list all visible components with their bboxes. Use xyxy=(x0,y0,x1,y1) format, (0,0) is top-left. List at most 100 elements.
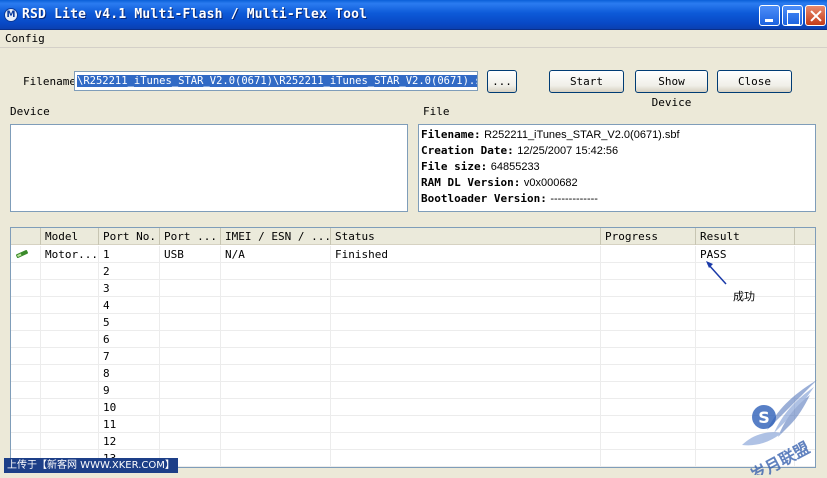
cell-model xyxy=(41,399,99,416)
table-row[interactable]: 3 xyxy=(11,280,815,297)
cell-port: 2 xyxy=(99,263,160,280)
file-info-panel[interactable]: Filename: R252211_iTunes_STAR_V2.0(0671)… xyxy=(418,124,816,212)
cell-icon xyxy=(11,263,41,280)
cell-status xyxy=(331,314,601,331)
phone-icon xyxy=(16,249,28,259)
cell-port-type xyxy=(160,382,221,399)
column-header[interactable]: Result xyxy=(696,228,795,245)
show-device-button[interactable]: Show Device xyxy=(635,70,708,109)
column-header[interactable] xyxy=(11,228,41,245)
column-header[interactable]: Model xyxy=(41,228,99,245)
menu-bar: Config xyxy=(0,30,827,48)
cell-model xyxy=(41,297,99,314)
cell-imei xyxy=(221,433,331,450)
cell-progress xyxy=(601,331,696,348)
file-info-key: RAM DL Version: xyxy=(421,176,521,189)
cell-port-type: USB xyxy=(160,246,221,263)
cell-imei xyxy=(221,399,331,416)
table-row[interactable]: 4 xyxy=(11,297,815,314)
file-info-key: Creation Date: xyxy=(421,144,514,157)
table-row[interactable]: 6 xyxy=(11,331,815,348)
table-row[interactable]: 10 xyxy=(11,399,815,416)
cell-status xyxy=(331,348,601,365)
table-row[interactable]: 11 xyxy=(11,416,815,433)
file-info-value: v0x000682 xyxy=(523,177,578,189)
file-info-line: Filename: R252211_iTunes_STAR_V2.0(0671)… xyxy=(421,127,813,143)
cell-icon xyxy=(11,280,41,297)
cell-port-type xyxy=(160,314,221,331)
cell-imei: N/A xyxy=(221,246,331,263)
file-info-key: File size: xyxy=(421,160,488,173)
maximize-button[interactable] xyxy=(782,5,803,26)
column-header[interactable]: Status xyxy=(331,228,601,245)
window-title: RSD Lite v4.1 Multi-Flash / Multi-Flex T… xyxy=(22,7,368,22)
site-logo-watermark: S 岁月联盟 xyxy=(742,380,817,475)
cell-port: 7 xyxy=(99,348,160,365)
device-label: Device xyxy=(10,105,50,118)
minimize-button[interactable] xyxy=(759,5,780,26)
close-button[interactable]: Close xyxy=(717,70,792,93)
cell-icon xyxy=(11,416,41,433)
cell-port: 11 xyxy=(99,416,160,433)
cell-status xyxy=(331,433,601,450)
close-window-button[interactable] xyxy=(805,5,826,26)
cell-port-type xyxy=(160,263,221,280)
cell-status xyxy=(331,297,601,314)
cell-port-type xyxy=(160,416,221,433)
column-header[interactable]: Progress xyxy=(601,228,696,245)
cell-result xyxy=(696,348,795,365)
cell-port: 8 xyxy=(99,365,160,382)
cell-progress xyxy=(601,382,696,399)
cell-imei xyxy=(221,348,331,365)
file-info-value: 12/25/2007 15:42:56 xyxy=(517,145,619,157)
table-row[interactable]: 7 xyxy=(11,348,815,365)
cell-port: 4 xyxy=(99,297,160,314)
cell-imei xyxy=(221,382,331,399)
cell-port: 6 xyxy=(99,331,160,348)
start-button[interactable]: Start xyxy=(549,70,624,93)
table-row[interactable]: 2 xyxy=(11,263,815,280)
filename-field[interactable]: \R252211_iTunes_STAR_V2.0(0671)\R252211_… xyxy=(74,71,478,91)
device-panel[interactable] xyxy=(10,124,408,212)
table-row[interactable]: 9 xyxy=(11,382,815,399)
device-list[interactable]: Model Port No. Port ... IMEI / ESN / ... Sta… xyxy=(10,227,816,468)
table-row[interactable]: Motor... 1 USB N/A Finished PASS xyxy=(11,246,815,263)
list-header: Model Port No. Port ... IMEI / ESN / ... Sta… xyxy=(11,228,815,245)
arrow-annotation-icon xyxy=(706,261,727,285)
cell-progress xyxy=(601,416,696,433)
cell-icon xyxy=(11,399,41,416)
browse-button[interactable]: ... xyxy=(487,70,517,93)
cell-model xyxy=(41,331,99,348)
table-row[interactable]: 8 xyxy=(11,365,815,382)
table-row[interactable]: 12 xyxy=(11,433,815,450)
cell-status xyxy=(331,365,601,382)
file-info-key: Filename: xyxy=(421,128,481,141)
file-info-line: Bootloader Version: ------------- xyxy=(421,191,813,207)
cell-progress xyxy=(601,433,696,450)
column-header[interactable]: IMEI / ESN / ... xyxy=(221,228,331,245)
filename-label: Filename xyxy=(23,75,76,88)
svg-text:S: S xyxy=(758,408,770,427)
title-bar[interactable]: M RSD Lite v4.1 Multi-Flash / Multi-Flex… xyxy=(0,0,827,30)
cell-port-type xyxy=(160,365,221,382)
cell-progress xyxy=(601,263,696,280)
cell-port-type xyxy=(160,280,221,297)
column-header[interactable]: Port No. xyxy=(99,228,160,245)
cell-result xyxy=(696,331,795,348)
cell-imei xyxy=(221,263,331,280)
file-label: File xyxy=(423,105,450,118)
file-info-value: ------------- xyxy=(550,193,598,205)
cell-status xyxy=(331,450,601,467)
column-header[interactable]: Port ... xyxy=(160,228,221,245)
cell-icon xyxy=(11,314,41,331)
cell-icon xyxy=(11,382,41,399)
cell-status xyxy=(331,399,601,416)
cell-model xyxy=(41,382,99,399)
cell-imei xyxy=(221,365,331,382)
cell-progress xyxy=(601,450,696,467)
cell-model xyxy=(41,365,99,382)
table-row[interactable]: 5 xyxy=(11,314,815,331)
file-info-key: Bootloader Version: xyxy=(421,192,547,205)
cell-model xyxy=(41,263,99,280)
menu-config[interactable]: Config xyxy=(5,32,45,45)
